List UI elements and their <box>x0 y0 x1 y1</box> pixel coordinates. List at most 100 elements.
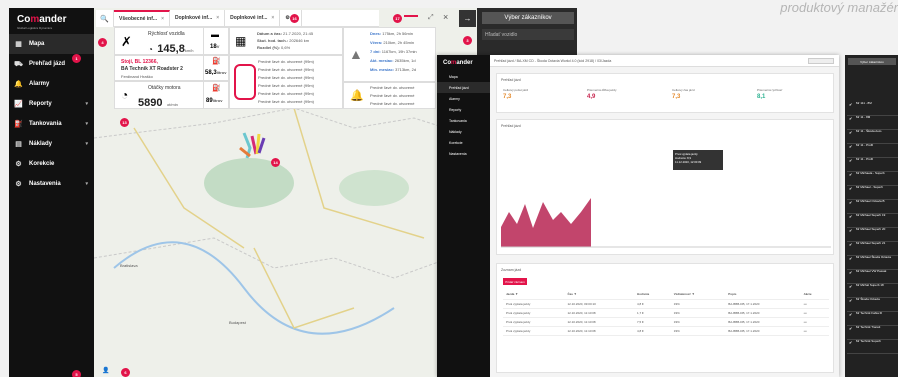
sidebar-item-alarmy[interactable]: 🔔 Alarmy <box>9 74 94 94</box>
kpi: Celkový počet jázd 7,3 <box>503 88 529 100</box>
vehicle-name: BA Technik XT Roadster 2 <box>121 66 183 72</box>
battery-card: ▬ 18V <box>203 27 229 55</box>
page-root: produktový manažér Comander Global Logist… <box>0 0 898 377</box>
trips-overview-window: Comander Mapa Prehľad jázd Alarmy Report… <box>437 55 839 377</box>
table-row[interactable]: Prvá výplata jazdy 12.10.2020, 11:10:08 4,… <box>503 326 829 336</box>
gauge-icon: ◔ <box>121 88 129 102</box>
sidebar-2-item[interactable]: Alarmy <box>437 93 490 104</box>
kpi: Priemerná dĺžka jazdy 4,9 <box>587 88 617 100</box>
document-icon: ▤ <box>15 141 22 148</box>
sidebar-item-tankovania[interactable]: ⛽ Tankovania ▾ <box>9 114 94 134</box>
driver-name: Ferdinand Hraško <box>121 74 153 79</box>
tools-icon: ✗ <box>121 34 132 49</box>
chevron-down-icon: ▾ <box>85 141 88 147</box>
customer-select-button[interactable]: Výber zákazníkov <box>848 58 896 65</box>
vehicle-search-input[interactable]: Hľadať vozidlo <box>482 29 574 40</box>
callout-badge: 1 <box>72 54 81 63</box>
wrench-icon: ⚙ <box>15 161 22 168</box>
add-record-button[interactable]: Pridať záznam <box>503 278 527 285</box>
toggle-slider[interactable] <box>404 15 418 17</box>
main-2: Prehľad jázd / BA-XM CD - Škoda Octavia … <box>490 55 839 377</box>
customer-item[interactable]: Mr Technik Superb <box>847 337 898 354</box>
sidebar-item-mapa[interactable]: ▦ Mapa <box>9 34 94 54</box>
search-icon[interactable]: 🔍 <box>96 10 114 27</box>
table-row[interactable]: Prvá výplata jazdy 12.10.2020, 11:10:08 1,… <box>503 308 829 318</box>
vehicle-tabs: Všeobecné inf... × Doplnkové inf... × Dopl… <box>114 10 379 27</box>
kpi-panel: Prehľad jázd Celkový počet jázd 7,3 Priem… <box>496 73 834 113</box>
sidebar-2-item[interactable]: Mapa <box>437 71 490 82</box>
chevron-down-icon: ▾ <box>85 181 88 187</box>
table-row[interactable]: Prvá výplata jazdy 12.10.2020, 09:00:10 4,… <box>503 299 829 309</box>
action-button[interactable] <box>808 58 834 64</box>
sidebar-item-reporty[interactable]: 📈 Reporty ▾ <box>9 94 94 114</box>
sidebar-item-korekcie[interactable]: ⚙ Korekcie <box>9 154 94 174</box>
arrow-right-button[interactable]: → <box>459 10 476 27</box>
map-label-budapest: Budapest <box>229 320 246 325</box>
sidebar-item-prehlad-jazd[interactable]: ⛟ Prehľad jázd <box>9 54 94 74</box>
more-icon[interactable]: ••• <box>800 308 829 318</box>
fuel-icon: ⛽ <box>14 121 23 128</box>
sidebar-item-nastavenia[interactable]: ⚙ Nastavenia ▾ <box>9 174 94 194</box>
callout-badge: 14 <box>271 158 280 167</box>
car-top-icon <box>234 64 256 100</box>
fuel-icon: ⛽ <box>212 85 221 92</box>
callout-badge: 5 <box>72 370 81 377</box>
trips-area-chart[interactable] <box>501 132 831 252</box>
sidebar-2-item[interactable]: Tankovania <box>437 115 490 126</box>
user-icon[interactable]: 👤 <box>102 367 109 374</box>
sidebar-2-item[interactable]: Nastavenia <box>437 148 490 159</box>
trips-card: ▲ Dnes: 175km, 2h 56min Včera: 210km, 2h… <box>343 27 436 82</box>
chart-icon: 📈 <box>14 101 23 108</box>
fuel2-card: ⛽ 89litrov <box>203 81 229 109</box>
fuel-card: ⛽ 58,3litrov <box>203 55 229 81</box>
sidebar-2-item[interactable]: Korekcie <box>437 137 490 148</box>
callout-badge: 16 <box>290 14 299 23</box>
callout-badge: 13 <box>120 118 129 127</box>
chevron-down-icon: ▾ <box>85 101 88 107</box>
close-icon[interactable]: × <box>443 12 448 22</box>
more-icon[interactable]: ••• <box>800 326 829 336</box>
tab-vseobecne[interactable]: Všeobecné inf... × <box>114 10 170 26</box>
speedometer-icon: ◔ <box>148 45 153 54</box>
app-logo[interactable]: Comander <box>443 60 473 66</box>
sidebar: Comander Global Logistics Dynamics ▦ Mapa … <box>9 8 94 377</box>
sidebar-2-item[interactable]: Prehľad jázd <box>437 82 490 93</box>
breadcrumb[interactable]: Prehľad jázd / BA-XM CD - Škoda Octavia … <box>494 59 611 63</box>
truck-icon: ⛟ <box>14 60 23 68</box>
sidebar-2-item[interactable]: Náklady <box>437 126 490 137</box>
more-icon[interactable]: ••• <box>800 299 829 309</box>
doors-card: Predné ľavé dv. otvorené (99m) Predné ľa… <box>229 55 343 109</box>
rpm-value: 5890 <box>138 97 163 109</box>
close-icon[interactable]: × <box>216 15 219 21</box>
page-heading: produktový manažér <box>780 0 898 15</box>
sidebar-item-naklady[interactable]: ▤ Náklady ▾ <box>9 134 94 154</box>
map-label-bratislava: Bratislava <box>120 263 138 268</box>
more-icon[interactable]: ••• <box>800 317 829 327</box>
map-icon: ▦ <box>15 41 22 48</box>
close-icon[interactable]: × <box>161 16 164 22</box>
tab-doplnkove-1[interactable]: Doplnkové inf... × <box>170 10 226 26</box>
expand-icon[interactable]: ⤢ <box>428 14 434 22</box>
callout-badge: 3 <box>463 36 472 45</box>
sidebar-2: Comander Mapa Prehľad jázd Alarmy Report… <box>437 55 490 377</box>
callout-badge: 4 <box>98 38 107 47</box>
trips-table: Jazda ▼ Čas ▼ Hodnota Vzdialenosť ▼ Popis Akc… <box>503 290 829 336</box>
customer-select-button[interactable]: Výber zákazníkov <box>482 12 574 24</box>
bell-icon: 🔔 <box>14 81 23 88</box>
table-row[interactable]: Prvá výplata jazdy 12.10.2020, 11:10:08 7,… <box>503 317 829 327</box>
fuel-icon: ⛽ <box>212 58 221 65</box>
callout-badge: 6 <box>121 368 130 377</box>
tab-doplnkove-2[interactable]: Doplnkové inf... × <box>225 10 281 26</box>
app-logo[interactable]: Comander Global Logistics Dynamics <box>17 14 66 30</box>
sidebar-2-item[interactable]: Reporty <box>437 104 490 115</box>
close-icon[interactable]: × <box>271 15 274 21</box>
chevron-down-icon: ▾ <box>85 121 88 127</box>
rpm-label: Otáčky motora <box>148 85 181 91</box>
bell-icon: 🔔 <box>350 90 364 102</box>
table-title: Zoznam jázd <box>501 268 522 272</box>
battery-icon: ▬ <box>211 30 219 39</box>
table-header-row: Jazda ▼ Čas ▼ Hodnota Vzdialenosť ▼ Popis Akc… <box>503 290 829 300</box>
trips-table-panel: Zoznam jázd Pridať záznam Jazda ▼ Čas ▼ Ho… <box>496 263 834 373</box>
gear-icon: ⚙ <box>15 181 22 188</box>
panel-title: Prehľad jázd <box>501 78 521 82</box>
